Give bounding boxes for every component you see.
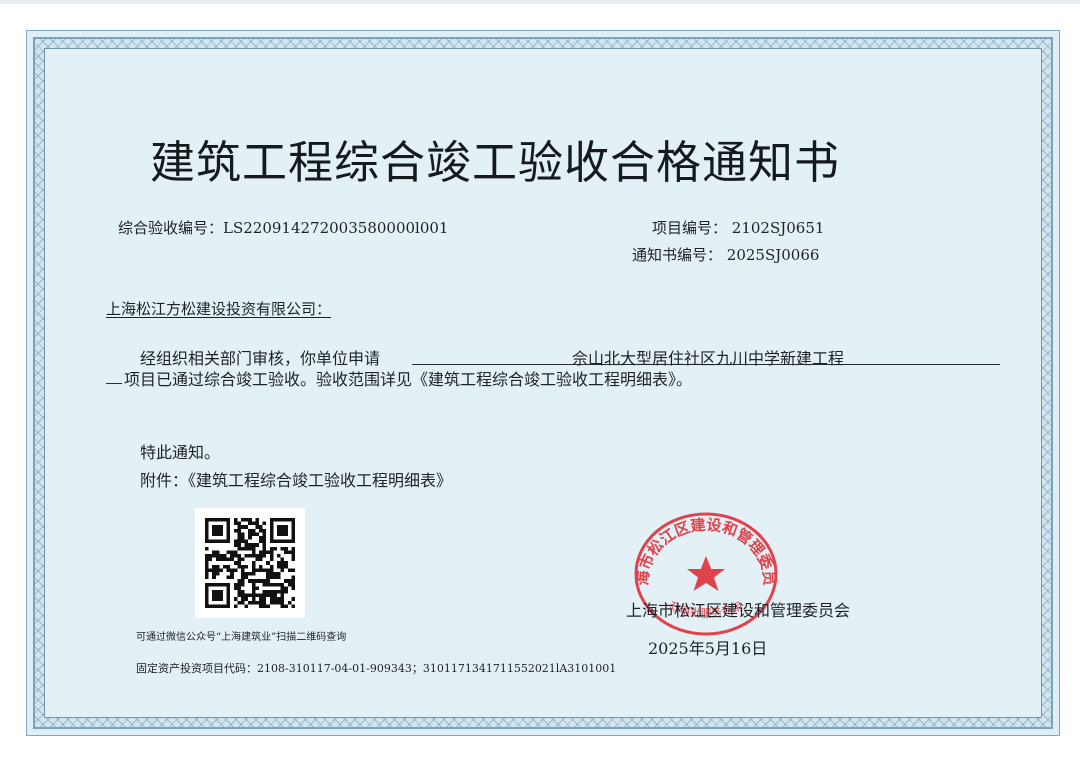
notice-number-value: 2025SJ0066 — [726, 246, 820, 264]
issuer-name: 上海市松江区建设和管理委员会 — [626, 601, 851, 620]
top-bar — [0, 0, 1080, 4]
fixed-asset-codes: 固定资产投资项目代码：2108-310117-04-01-909343；3101… — [136, 662, 617, 675]
special-notice: 特此通知。 — [140, 443, 221, 462]
acceptance-number-value: LS220914272003580000l001 — [223, 219, 449, 237]
line-2-underline — [106, 383, 122, 384]
certificate-title: 建筑工程综合竣工验收合格通知书 — [150, 136, 841, 189]
qr-code — [195, 508, 305, 618]
addressee: 上海松江方松建设投资有限公司： — [106, 300, 332, 318]
acceptance-number-label: 综合验收编号： — [118, 219, 224, 237]
project-number-value: 2102SJ0651 — [731, 219, 825, 237]
qr-caption: 可通过微信公众号“上海建筑业”扫描二维码查询 — [136, 632, 347, 643]
notice-number-label: 通知书编号： — [632, 246, 723, 264]
attachment: 附件：《建筑工程综合竣工验收工程明细表》 — [140, 471, 453, 490]
seal-star-icon — [687, 556, 725, 591]
acceptance-number: 综合验收编号：LS220914272003580000l001 — [118, 217, 448, 238]
project-number: 项目编号： 2102SJ0651 — [652, 217, 824, 238]
body-line-2: 项目已通过综合竣工验收。验收范围详见《建筑工程综合竣工验收工程明细表》。 — [124, 370, 693, 389]
qr-code-icon — [205, 518, 295, 608]
notice-number: 通知书编号： 2025SJ0066 — [632, 244, 819, 265]
issue-date: 2025年5月16日 — [648, 639, 768, 658]
project-number-label: 项目编号： — [652, 219, 728, 237]
